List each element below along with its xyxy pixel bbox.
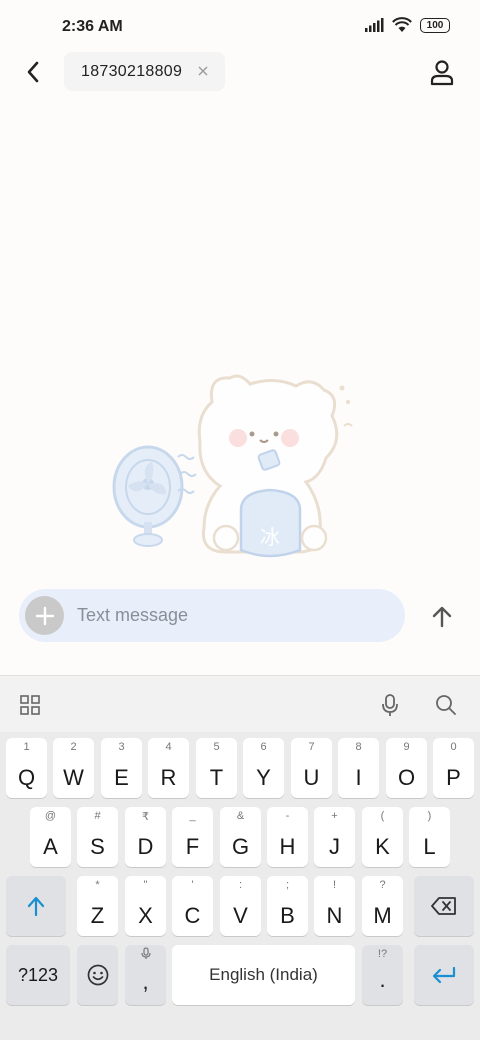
key-p[interactable]: 0P <box>433 738 474 798</box>
backspace-key[interactable] <box>414 876 474 936</box>
plus-icon <box>35 606 54 625</box>
send-button[interactable] <box>426 601 458 633</box>
key-f[interactable]: _ F <box>172 807 213 867</box>
fan-illustration <box>112 445 197 547</box>
add-attachment-button[interactable] <box>25 596 64 635</box>
recipient-number: 18730218809 <box>81 62 183 80</box>
shift-key[interactable] <box>6 876 66 936</box>
background-illustration: 冰 <box>112 374 353 558</box>
status-bar: 2:36 AM 100 <box>0 0 480 56</box>
space-key[interactable]: English (India) <box>172 945 355 1005</box>
battery-indicator: 100 <box>420 17 450 33</box>
grid-icon <box>20 695 40 715</box>
key-a[interactable]: @ A <box>30 807 71 867</box>
battery-level: 100 <box>426 19 444 31</box>
comma-key[interactable]: , <box>125 945 166 1005</box>
svg-text:冰: 冰 <box>260 525 280 549</box>
keyboard: 1Q 2W 3E 4R 5T 6Y 7U 8I 9O 0P @ A # S ₹ D _… <box>0 675 480 1040</box>
key-k[interactable]: (K <box>362 807 403 867</box>
remove-recipient-button[interactable] <box>195 63 211 79</box>
key-u[interactable]: 7U <box>291 738 332 798</box>
key-h[interactable]: -H <box>267 807 308 867</box>
status-icons: 100 <box>364 17 450 33</box>
close-icon <box>198 66 208 76</box>
key-v[interactable]: :V <box>220 876 261 936</box>
message-input[interactable] <box>77 589 377 642</box>
backspace-icon <box>431 897 456 915</box>
conversation-header: 18730218809 <box>0 52 480 92</box>
signal-icon <box>365 18 384 32</box>
microphone-icon <box>382 694 398 716</box>
key-s[interactable]: # S <box>77 807 118 867</box>
key-z[interactable]: * Z <box>77 876 118 936</box>
key-q[interactable]: 1Q <box>6 738 47 798</box>
key-i[interactable]: 8I <box>338 738 379 798</box>
back-arrow-icon <box>27 61 39 83</box>
bear-illustration: 冰 <box>197 374 353 558</box>
mic-hint-icon <box>140 947 151 959</box>
key-g[interactable]: & G <box>220 807 261 867</box>
key-n[interactable]: ! N <box>314 876 355 936</box>
compose-bar <box>19 589 405 642</box>
key-t[interactable]: 5T <box>196 738 237 798</box>
key-r[interactable]: 4R <box>148 738 189 798</box>
key-l[interactable]: ) L <box>409 807 450 867</box>
search-icon <box>436 695 456 715</box>
key-m[interactable]: ? M <box>362 876 403 936</box>
key-c[interactable]: ' C <box>172 876 213 936</box>
key-o[interactable]: 9O <box>386 738 427 798</box>
back-button[interactable] <box>20 58 46 86</box>
key-y[interactable]: 6Y <box>243 738 284 798</box>
emoji-icon <box>87 964 108 986</box>
contact-button[interactable] <box>428 58 456 86</box>
recipient-chip[interactable]: 18730218809 <box>64 52 225 91</box>
shift-arrow-icon <box>27 896 45 917</box>
emoji-key[interactable] <box>77 945 118 1005</box>
enter-key[interactable] <box>414 945 474 1005</box>
person-icon <box>430 60 454 86</box>
status-time: 2:36 AM <box>62 18 123 35</box>
voice-input-button[interactable] <box>377 692 403 718</box>
key-w[interactable]: 2W <box>53 738 94 798</box>
key-b[interactable]: ; B <box>267 876 308 936</box>
wifi-icon <box>392 17 412 32</box>
keyboard-search-button[interactable] <box>433 692 459 718</box>
keyboard-menu-button[interactable] <box>17 692 43 718</box>
key-d[interactable]: ₹ D <box>125 807 166 867</box>
enter-arrow-icon <box>432 966 456 984</box>
send-arrow-icon <box>432 606 452 628</box>
key-x[interactable]: " X <box>125 876 166 936</box>
keyboard-toolbar <box>0 676 480 732</box>
symbols-key[interactable]: ?123 <box>6 945 70 1005</box>
key-e[interactable]: 3E <box>101 738 142 798</box>
key-j[interactable]: + J <box>314 807 355 867</box>
period-key[interactable]: !? . <box>362 945 403 1005</box>
